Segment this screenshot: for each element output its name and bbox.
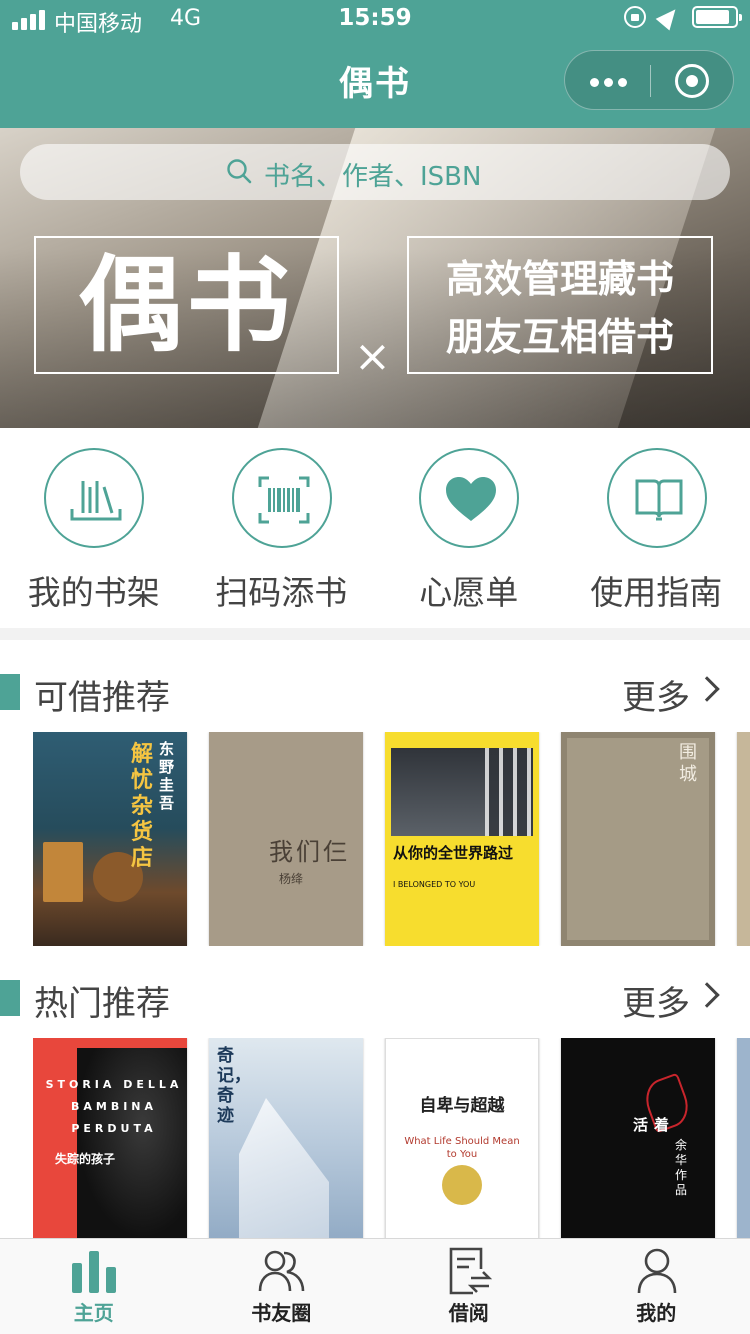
status-icons [624, 3, 742, 31]
search-icon [227, 159, 252, 184]
friends-icon [258, 1250, 304, 1292]
tab-profile[interactable]: 我的 [563, 1239, 750, 1334]
status-bar: 中国移动 4G 15:59 [0, 0, 750, 40]
shortcut-user-guide[interactable]: 使用指南 [563, 428, 750, 628]
rotation-lock-icon [624, 6, 646, 28]
close-miniapp-icon[interactable] [675, 64, 709, 98]
book-row: STORIA DELLA BAMBINA PERDUTA 失踪的孩子 奇记，奇迹… [33, 1038, 750, 1238]
book-title: 自卑与超越 [419, 1096, 505, 1116]
book-cover[interactable]: 我们仨 杨绛 [209, 732, 363, 946]
heart-icon [419, 448, 519, 548]
tab-home[interactable]: 主页 [0, 1239, 188, 1334]
section-divider [0, 628, 750, 640]
shortcut-label: 我的书架 [27, 573, 160, 612]
book-title: 解忧杂货店 [131, 742, 154, 871]
book-author: 杨绛 [279, 872, 304, 886]
capsule-divider [650, 65, 651, 97]
book-subtitle: What Life Should Mean to You [404, 1136, 520, 1160]
book-title: 奇记，奇迹 [217, 1046, 251, 1126]
book-row: 解忧杂货店 东野圭吾 我们仨 杨绛 从你的全世界路过 I BELONGED TO… [33, 732, 750, 946]
book-subtitle: I BELONGED TO YOU [393, 880, 476, 889]
profile-icon [637, 1248, 676, 1294]
tab-label: 主页 [73, 1301, 114, 1325]
tab-bar: 主页 书友圈 借阅 我的 [0, 1238, 750, 1334]
section-marker [0, 674, 20, 710]
book-cover-partial[interactable] [737, 732, 750, 946]
search-input[interactable]: 书名、作者、ISBN [20, 144, 730, 200]
top-bar: 中国移动 4G 15:59 偶书 [0, 0, 750, 128]
location-icon [655, 3, 683, 31]
section-available: 可借推荐 更多 解忧杂货店 东野圭吾 我们仨 杨绛 从你的全世界路过 I BEL… [0, 640, 750, 946]
more-link[interactable]: 更多 [622, 976, 690, 1025]
section-title: 热门推荐 [34, 984, 170, 1024]
banner-slogan: 高效管理藏书 朋友互相借书 [407, 236, 713, 374]
book-title: 从你的全世界路过 [393, 844, 514, 862]
book-cover[interactable]: STORIA DELLA BAMBINA PERDUTA 失踪的孩子 [33, 1038, 187, 1238]
book-subtitle: 失踪的孩子 [55, 1152, 116, 1166]
book-cover[interactable]: 解忧杂货店 东野圭吾 [33, 732, 187, 946]
book-cover[interactable]: 围城 [561, 732, 715, 946]
borrow-icon [449, 1247, 493, 1295]
book-author: 余华作品 [675, 1138, 688, 1197]
shortcut-wishlist[interactable]: 心愿单 [375, 428, 563, 628]
section-title: 可借推荐 [34, 678, 170, 718]
book-title: 围城 [679, 742, 697, 785]
shortcut-scan-add[interactable]: 扫码添书 [188, 428, 376, 628]
book-cover-partial[interactable] [737, 1038, 750, 1238]
chevron-right-icon[interactable] [694, 982, 720, 1008]
shortcut-label: 扫码添书 [215, 573, 348, 612]
slogan-line-2: 朋友互相借书 [445, 315, 674, 359]
tab-label: 借阅 [448, 1301, 489, 1325]
open-book-icon [606, 448, 707, 548]
search-placeholder: 书名、作者、ISBN [264, 162, 482, 192]
bookshelf-icon [44, 448, 144, 548]
slogan-line-1: 高效管理藏书 [445, 257, 674, 301]
tab-label: 书友圈 [251, 1301, 312, 1325]
book-title: 活着 [633, 1116, 676, 1134]
tab-label: 我的 [636, 1301, 677, 1325]
shortcut-my-bookshelf[interactable]: 我的书架 [0, 428, 188, 628]
chevron-right-icon[interactable] [694, 676, 720, 702]
tab-friends[interactable]: 书友圈 [188, 1239, 376, 1334]
book-cover[interactable]: 自卑与超越 What Life Should Mean to You [385, 1038, 539, 1238]
shortcut-label: 心愿单 [419, 573, 519, 612]
tab-borrow[interactable]: 借阅 [375, 1239, 563, 1334]
book-title: 我们仨 [269, 838, 350, 866]
more-menu-icon[interactable] [590, 78, 627, 87]
battery-icon [692, 6, 742, 28]
book-cover[interactable]: 活着 余华作品 [561, 1038, 715, 1238]
shortcut-grid: 我的书架 扫码添书 心愿单 使用指南 [0, 428, 750, 628]
section-marker [0, 980, 20, 1016]
miniapp-capsule [564, 50, 734, 110]
book-cover[interactable]: 奇记，奇迹 [209, 1038, 363, 1238]
barcode-scan-icon [231, 448, 332, 548]
book-cover[interactable]: 从你的全世界路过 I BELONGED TO YOU [385, 732, 539, 946]
book-author: 东野圭吾 [159, 740, 175, 812]
banner-logo: 偶书 [34, 236, 339, 374]
more-link[interactable]: 更多 [622, 670, 690, 719]
banner[interactable]: 书名、作者、ISBN 偶书 × 高效管理藏书 朋友互相借书 [0, 128, 750, 428]
home-bars-icon [72, 1251, 116, 1293]
shortcut-label: 使用指南 [590, 573, 723, 612]
section-popular: 热门推荐 更多 STORIA DELLA BAMBINA PERDUTA 失踪的… [0, 946, 750, 1246]
book-title: STORIA DELLA BAMBINA PERDUTA [45, 1078, 183, 1135]
banner-cross: × [354, 331, 391, 382]
